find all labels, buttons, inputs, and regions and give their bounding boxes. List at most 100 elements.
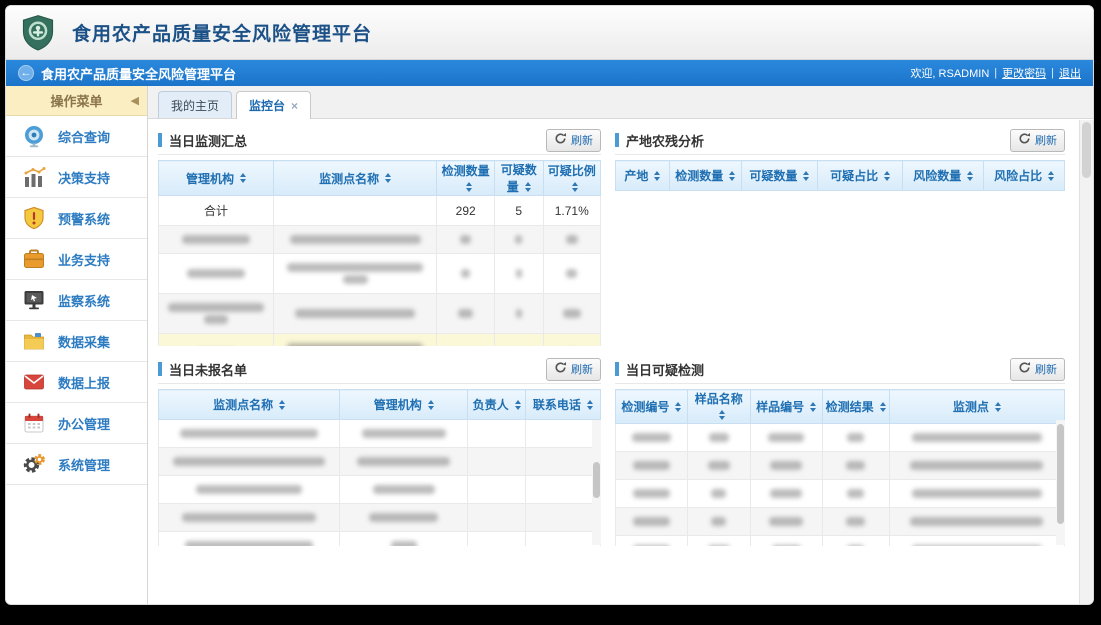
tab-监控台[interactable]: 监控台× <box>236 91 311 119</box>
refresh-button[interactable]: 刷新 <box>1010 129 1065 152</box>
table-cell <box>494 334 543 347</box>
column-header[interactable]: 可疑数量 <box>741 161 817 191</box>
column-header[interactable]: 产地 <box>616 161 670 191</box>
column-header[interactable]: 检测数量 <box>669 161 741 191</box>
sort-icon[interactable] <box>525 179 531 195</box>
column-header[interactable]: 监测点名称 <box>159 390 340 420</box>
change-password-link[interactable]: 更改密码 <box>1002 65 1046 81</box>
column-header[interactable]: 风险占比 <box>984 161 1065 191</box>
table-cell <box>437 294 494 334</box>
column-header[interactable]: 检测编号 <box>616 390 688 424</box>
table-row[interactable] <box>159 334 601 347</box>
table-cell <box>340 532 468 547</box>
sort-icon[interactable] <box>729 168 735 184</box>
sidebar-item-1[interactable]: 综合查询 <box>6 116 147 157</box>
table-wrapper: 产地检测数量可疑数量可疑占比风险数量风险占比 <box>615 160 1065 346</box>
sort-icon[interactable] <box>1048 168 1054 184</box>
table-row[interactable] <box>159 226 601 254</box>
sort-icon[interactable] <box>572 179 578 195</box>
logout-link[interactable]: 退出 <box>1059 65 1081 81</box>
column-header[interactable]: 可疑占比 <box>818 161 903 191</box>
column-header[interactable]: 检测数量 <box>437 161 494 196</box>
redacted-text <box>847 489 865 498</box>
sidebar-item-8[interactable]: 办公管理 <box>6 403 147 444</box>
table-row[interactable] <box>159 504 601 532</box>
tab-我的主页[interactable]: 我的主页 <box>158 91 232 118</box>
refresh-button[interactable]: 刷新 <box>1010 358 1065 381</box>
column-header[interactable]: 样品名称 <box>687 390 750 424</box>
column-header[interactable]: 样品编号 <box>750 390 822 424</box>
sidebar-item-9[interactable]: 系统管理 <box>6 444 147 485</box>
redacted-text <box>563 309 581 318</box>
table-row[interactable] <box>159 476 601 504</box>
sort-icon[interactable] <box>240 170 246 186</box>
sort-icon[interactable] <box>428 397 434 413</box>
panel-scrollbar-thumb[interactable] <box>593 462 600 498</box>
table-row[interactable] <box>159 532 601 547</box>
table-cell <box>525 420 600 448</box>
refresh-button[interactable]: 刷新 <box>546 129 601 152</box>
sort-icon[interactable] <box>675 399 681 415</box>
column-header[interactable]: 监测点 <box>889 390 1064 424</box>
redacted-text <box>711 517 726 526</box>
refresh-button[interactable]: 刷新 <box>546 358 601 381</box>
sidebar-item-2[interactable]: 决策支持 <box>6 157 147 198</box>
column-header[interactable]: 风险数量 <box>903 161 984 191</box>
sort-icon[interactable] <box>803 168 809 184</box>
redacted-text <box>632 433 671 442</box>
column-header[interactable]: 管理机构 <box>340 390 468 420</box>
panel-scrollbar-thumb[interactable] <box>1057 424 1064 524</box>
table-row[interactable] <box>159 294 601 334</box>
table-cell: 合计 <box>159 196 274 226</box>
panel-scrollbar[interactable] <box>592 420 601 545</box>
table-cell <box>616 480 688 508</box>
sort-icon[interactable] <box>515 397 521 413</box>
column-header[interactable]: 管理机构 <box>159 161 274 196</box>
sort-icon[interactable] <box>587 397 593 413</box>
sort-icon[interactable] <box>466 179 472 195</box>
sort-icon[interactable] <box>279 397 285 413</box>
table-row[interactable] <box>616 424 1065 452</box>
refresh-icon <box>1018 132 1031 148</box>
title-accent-bar <box>615 133 619 147</box>
column-header[interactable]: 负责人 <box>468 390 525 420</box>
column-header[interactable]: 可疑数量 <box>494 161 543 196</box>
table-row[interactable] <box>616 508 1065 536</box>
sort-icon[interactable] <box>995 399 1001 415</box>
column-header[interactable]: 检测结果 <box>822 390 889 424</box>
table-row[interactable]: 合计29251.71% <box>159 196 601 226</box>
sidebar-item-6[interactable]: 数据采集 <box>6 321 147 362</box>
data-table: 产地检测数量可疑数量可疑占比风险数量风险占比 <box>615 160 1065 191</box>
table-row[interactable] <box>159 420 601 448</box>
sort-icon[interactable] <box>884 168 890 184</box>
table-row[interactable] <box>616 452 1065 480</box>
tab-close-icon[interactable]: × <box>291 99 298 113</box>
column-header-label: 检测编号 <box>621 400 669 414</box>
column-header[interactable]: 联系电话 <box>525 390 600 420</box>
sort-icon[interactable] <box>810 399 816 415</box>
table-row[interactable] <box>159 448 601 476</box>
sidebar-item-4[interactable]: 业务支持 <box>6 239 147 280</box>
column-header[interactable]: 监测点名称 <box>273 161 437 196</box>
sort-icon[interactable] <box>385 170 391 186</box>
table-cell <box>273 196 437 226</box>
table-row[interactable] <box>616 536 1065 547</box>
sort-icon[interactable] <box>967 168 973 184</box>
panel-scrollbar[interactable] <box>1056 420 1065 545</box>
sort-icon[interactable] <box>880 399 886 415</box>
sidebar-item-7[interactable]: 数据上报 <box>6 362 147 403</box>
back-icon[interactable]: ← <box>18 65 34 81</box>
column-header[interactable]: 可疑比例 <box>543 161 600 196</box>
table-row[interactable] <box>616 480 1065 508</box>
table-cell <box>822 480 889 508</box>
main-scrollbar[interactable] <box>1079 120 1093 605</box>
sidebar-item-3[interactable]: 预警系统 <box>6 198 147 239</box>
sort-icon[interactable] <box>654 168 660 184</box>
table-cell <box>543 294 600 334</box>
sort-icon[interactable] <box>719 407 725 423</box>
column-header-label: 监测点名称 <box>319 172 379 186</box>
collapse-sidebar-icon[interactable]: ◀ <box>131 94 139 107</box>
sidebar-item-5[interactable]: 监察系统 <box>6 280 147 321</box>
table-row[interactable] <box>159 254 601 294</box>
main-scrollbar-thumb[interactable] <box>1082 122 1091 178</box>
